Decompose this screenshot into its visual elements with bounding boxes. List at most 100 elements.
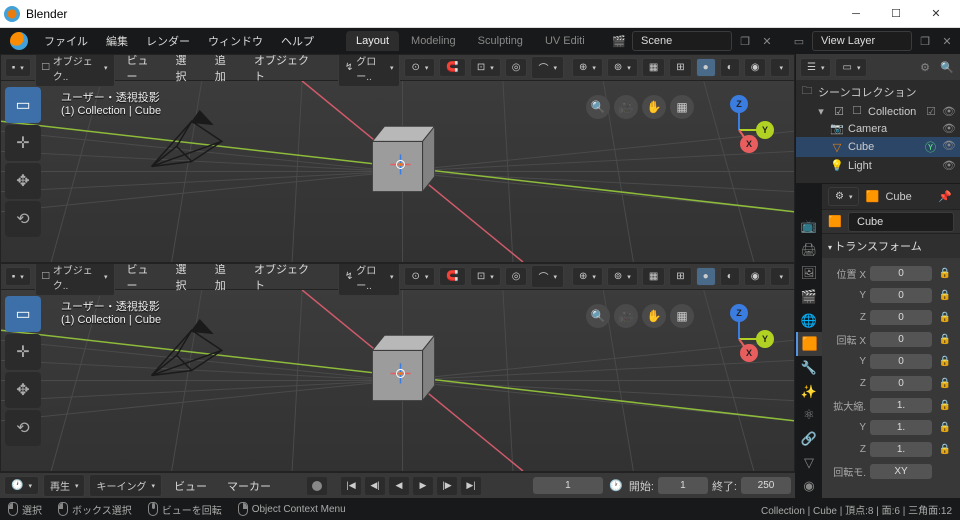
- vp2-menu-object[interactable]: オブジェクト: [246, 263, 320, 297]
- pin-icon[interactable]: 📌: [936, 188, 954, 206]
- vp-menu-select[interactable]: 選択: [167, 54, 202, 88]
- start-frame-field[interactable]: 1: [658, 477, 708, 494]
- exclude-icon[interactable]: ☑: [926, 105, 936, 118]
- outliner-search-icon[interactable]: 🔍: [938, 58, 956, 76]
- prop-tab-output[interactable]: 🖨: [796, 238, 822, 262]
- properties-editor-type[interactable]: ⚙: [828, 187, 859, 206]
- eye-icon[interactable]: 👁: [942, 105, 956, 118]
- shading-options[interactable]: [770, 58, 790, 77]
- window-close-button[interactable]: ✕: [916, 2, 956, 26]
- nav-zoom-icon-2[interactable]: 🔍: [586, 304, 610, 328]
- pivot-selector[interactable]: ⊙: [404, 58, 435, 77]
- vp2-menu-select[interactable]: 選択: [167, 263, 202, 297]
- axis-z[interactable]: Z: [730, 95, 748, 113]
- shading-rendered-2[interactable]: ◉: [744, 267, 767, 286]
- workspace-tab-modeling[interactable]: Modeling: [401, 31, 466, 51]
- lock-icon[interactable]: 🔒: [936, 264, 954, 282]
- timeline-view-menu[interactable]: ビュー: [166, 474, 215, 498]
- shading-solid-2[interactable]: ●: [696, 267, 716, 286]
- scene-browse-icon[interactable]: 🎬: [610, 32, 628, 50]
- viewlayer-new-button[interactable]: ❐: [916, 32, 934, 50]
- prop-tab-viewlayer[interactable]: 🖼: [796, 261, 822, 285]
- autokey-toggle[interactable]: [307, 477, 327, 495]
- tool-cursor[interactable]: ✛: [5, 125, 41, 161]
- shading-solid[interactable]: ●: [696, 58, 716, 77]
- menu-help[interactable]: ヘルプ: [273, 29, 322, 53]
- overlay-visibility-2[interactable]: ⊚: [607, 267, 638, 286]
- mode-selector-2[interactable]: 🞎 オブジェク..: [35, 263, 115, 296]
- lock-icon[interactable]: 🔒: [936, 374, 954, 392]
- prop-tab-object[interactable]: 🟧: [796, 332, 822, 356]
- nav-zoom-icon[interactable]: 🔍: [586, 95, 610, 119]
- timeline-editor-type[interactable]: 🕐: [4, 476, 39, 495]
- loc-x[interactable]: 0: [870, 266, 932, 281]
- mode-selector[interactable]: 🞎 オブジェク..: [35, 54, 115, 87]
- vp2-menu-view[interactable]: ビュー: [119, 263, 164, 297]
- axis-y-2[interactable]: Y: [756, 330, 774, 348]
- transform-panel-title[interactable]: トランスフォーム: [822, 234, 960, 258]
- prop-tab-scene[interactable]: 🎬: [796, 285, 822, 309]
- snap-selector-2[interactable]: ⊡: [470, 267, 501, 286]
- mesh-data-icon[interactable]: Ⓨ: [925, 139, 936, 155]
- shading-wireframe-2[interactable]: ⊞: [669, 267, 691, 286]
- prop-tab-particles[interactable]: ✨: [796, 380, 822, 404]
- play-reverse-button[interactable]: ◀: [389, 477, 409, 495]
- axis-x-2[interactable]: X: [740, 344, 758, 362]
- prop-tab-world[interactable]: 🌐: [796, 309, 822, 333]
- keyframe-next-button[interactable]: |▶: [437, 477, 457, 495]
- jump-end-button[interactable]: ▶|: [461, 477, 481, 495]
- gizmo-visibility[interactable]: ⊕: [572, 58, 603, 77]
- proportional-toggle-2[interactable]: ◎: [505, 267, 528, 286]
- outliner-item-light[interactable]: 💡 Light 👁: [796, 157, 960, 174]
- lock-icon[interactable]: 🔒: [936, 396, 954, 414]
- viewport-bottom-axis-gizmo[interactable]: Z Y X: [704, 304, 774, 374]
- checkbox-icon[interactable]: ☑: [832, 105, 846, 118]
- outliner-item-camera[interactable]: 📷 Camera 👁: [796, 120, 960, 137]
- rotation-mode[interactable]: XY: [870, 464, 932, 479]
- scale-x[interactable]: 1.: [870, 398, 932, 413]
- workspace-tab-uv[interactable]: UV Editi: [535, 31, 595, 51]
- outliner-filter-icon[interactable]: ⚙: [916, 58, 934, 76]
- xray-toggle[interactable]: ▦: [642, 58, 665, 77]
- timeline-marker-menu[interactable]: マーカー: [219, 474, 279, 498]
- shading-options-2[interactable]: [770, 267, 790, 286]
- menu-edit[interactable]: 編集: [98, 29, 136, 53]
- window-maximize-button[interactable]: ☐: [876, 2, 916, 26]
- vp-menu-add[interactable]: 追加: [207, 54, 242, 88]
- lock-icon[interactable]: 🔒: [936, 286, 954, 304]
- shading-matprev-2[interactable]: ◐: [720, 267, 740, 286]
- pivot-selector-2[interactable]: ⊙: [404, 267, 435, 286]
- scale-z[interactable]: 1.: [870, 442, 932, 457]
- eye-icon[interactable]: 👁: [942, 122, 956, 135]
- scene-delete-button[interactable]: ✕: [758, 32, 776, 50]
- prop-tab-material[interactable]: ◉: [796, 474, 822, 498]
- jump-start-button[interactable]: |◀: [341, 477, 361, 495]
- outliner-scene-collection[interactable]: 🗀 シーンコレクション: [796, 80, 960, 103]
- workspace-tab-layout[interactable]: Layout: [346, 31, 399, 51]
- end-frame-field[interactable]: 250: [741, 477, 791, 494]
- timeline-keying-menu[interactable]: キーイング: [89, 474, 162, 497]
- viewlayer-browse-icon[interactable]: ▭: [790, 32, 808, 50]
- viewport-bottom[interactable]: 🞍 🞎 オブジェク.. ビュー 選択 追加 オブジェクト ↯ グロー.. ⊙ 🧲…: [0, 263, 795, 472]
- editor-type-selector[interactable]: 🞍: [5, 58, 31, 77]
- tool-rotate[interactable]: ⟲: [5, 201, 41, 237]
- outliner-item-cube[interactable]: ▽ Cube Ⓨ👁: [796, 137, 960, 157]
- eye-icon[interactable]: 👁: [942, 139, 956, 155]
- lock-icon[interactable]: 🔒: [936, 440, 954, 458]
- menu-window[interactable]: ウィンドウ: [200, 29, 271, 53]
- lock-icon[interactable]: 🔒: [936, 418, 954, 436]
- timeline-playback-menu[interactable]: 再生: [43, 474, 86, 497]
- vp2-menu-add[interactable]: 追加: [207, 263, 242, 297]
- snap-toggle[interactable]: 🧲: [439, 58, 465, 77]
- snap-toggle-2[interactable]: 🧲: [439, 267, 465, 286]
- tool-select-box[interactable]: ▭: [5, 87, 41, 123]
- viewport-top[interactable]: 🞍 🞎 オブジェク.. ビュー 選択 追加 オブジェクト ↯ グロー.. ⊙ 🧲…: [0, 54, 795, 263]
- loc-z[interactable]: 0: [870, 310, 932, 325]
- object-name-input[interactable]: [848, 212, 954, 232]
- window-minimize-button[interactable]: ─: [836, 2, 876, 26]
- vp-menu-object[interactable]: オブジェクト: [246, 54, 320, 88]
- rot-y[interactable]: 0: [870, 354, 932, 369]
- scale-y[interactable]: 1.: [870, 420, 932, 435]
- loc-y[interactable]: 0: [870, 288, 932, 303]
- snap-selector[interactable]: ⊡: [470, 58, 501, 77]
